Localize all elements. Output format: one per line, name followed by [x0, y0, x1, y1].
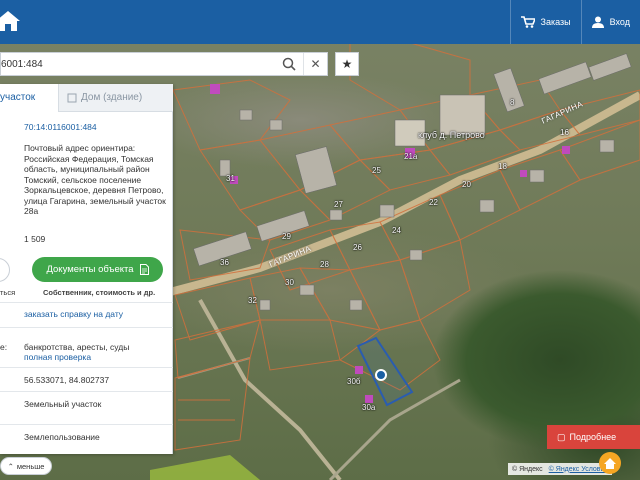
tab-building[interactable]: Дом (здание) — [58, 84, 173, 112]
house-number: 32 — [248, 296, 257, 305]
house-number: 21а — [404, 152, 418, 161]
login-button[interactable]: Вход — [580, 0, 640, 44]
search-input[interactable] — [1, 53, 271, 75]
orders-button[interactable]: Заказы — [509, 0, 581, 44]
divider — [0, 302, 173, 303]
house-number: 36 — [220, 258, 229, 267]
search-icon[interactable] — [282, 57, 296, 71]
checks-text: банкротства, аресты, суды — [24, 342, 130, 352]
small-caption-left: ться — [0, 288, 16, 297]
cart-icon — [520, 16, 535, 28]
location-pin[interactable] — [375, 369, 387, 381]
object-markers — [210, 84, 570, 403]
postal-address: Почтовый адрес ориентира: Российская Фед… — [24, 143, 166, 216]
checks-label: е: — [0, 342, 8, 352]
land-usage: Землепользование — [24, 432, 100, 442]
house-number: 27 — [334, 200, 343, 209]
coordinates: 56.533071, 84.802737 — [24, 375, 110, 385]
house-number: 24 — [392, 226, 401, 235]
house-number: 30а — [362, 403, 376, 412]
divider — [0, 391, 173, 392]
full-check-link[interactable]: полная проверка — [24, 352, 91, 362]
house-number: 8 — [510, 98, 515, 107]
details-badge[interactable]: ▢ Подробнее — [547, 425, 640, 449]
badge-icon: ▢ — [557, 431, 566, 442]
home-icon[interactable] — [0, 8, 22, 34]
attribution-yandex: © Яндекс — [512, 465, 543, 473]
tab-building-label: Дом (здание) — [81, 91, 143, 103]
action-circle-button[interactable] — [0, 258, 10, 282]
house-number: 16 — [560, 128, 569, 137]
side-road — [198, 299, 342, 480]
login-label: Вход — [609, 17, 630, 27]
cadastral-number[interactable]: 70:14:0116001:484 — [24, 122, 97, 132]
show-less-button[interactable]: ⌃ меньше — [0, 457, 52, 475]
divider — [0, 327, 173, 328]
tab-parcel[interactable]: участок — [0, 84, 58, 112]
divider — [0, 367, 173, 368]
badge-label: Подробнее — [569, 432, 617, 442]
order-reference-link[interactable]: заказать справку на дату — [24, 309, 123, 319]
field — [150, 455, 260, 480]
user-icon — [591, 16, 604, 28]
house-number: 31 — [226, 174, 235, 183]
document-icon — [139, 264, 149, 275]
show-less-label: меньше — [16, 461, 45, 471]
chevron-up-icon: ⌃ — [7, 461, 14, 471]
docs-button-label: Документы объекта — [46, 264, 134, 275]
divider — [0, 424, 173, 425]
owner-caption: Собственник, стоимость и др. — [43, 288, 156, 297]
panel-tabs: участок Дом (здание) — [0, 84, 173, 112]
object-documents-button[interactable]: Документы объекта — [32, 257, 163, 282]
house-number: 28 — [320, 260, 329, 269]
house-number: 22 — [429, 198, 438, 207]
house-number: 18 — [498, 162, 507, 171]
building-icon — [67, 93, 77, 102]
house-number: 20 — [462, 180, 471, 189]
house-number: 29 — [282, 232, 291, 241]
clear-search-button[interactable]: ✕ — [303, 53, 327, 75]
search-box: ✕ — [0, 52, 328, 76]
club-label: клуб д. Петрово — [418, 130, 485, 140]
object-type: Земельный участок — [24, 399, 102, 409]
favorite-star-icon[interactable]: ★ — [335, 52, 359, 76]
house-number: 26 — [353, 243, 362, 252]
object-panel: участок Дом (здание) 70:14:0116001:484 П… — [0, 84, 173, 454]
header-bar: Заказы Вход — [0, 0, 640, 44]
parcel-area: 1 509 — [24, 234, 46, 244]
orders-label: Заказы — [540, 17, 571, 27]
map-attribution: © Яндекс © Яндекс Условия — [508, 463, 613, 475]
home-logo-icon[interactable] — [598, 451, 622, 475]
house-number: 30б — [347, 377, 361, 386]
house-number: 30 — [285, 278, 294, 287]
house-number: 25 — [372, 166, 381, 175]
